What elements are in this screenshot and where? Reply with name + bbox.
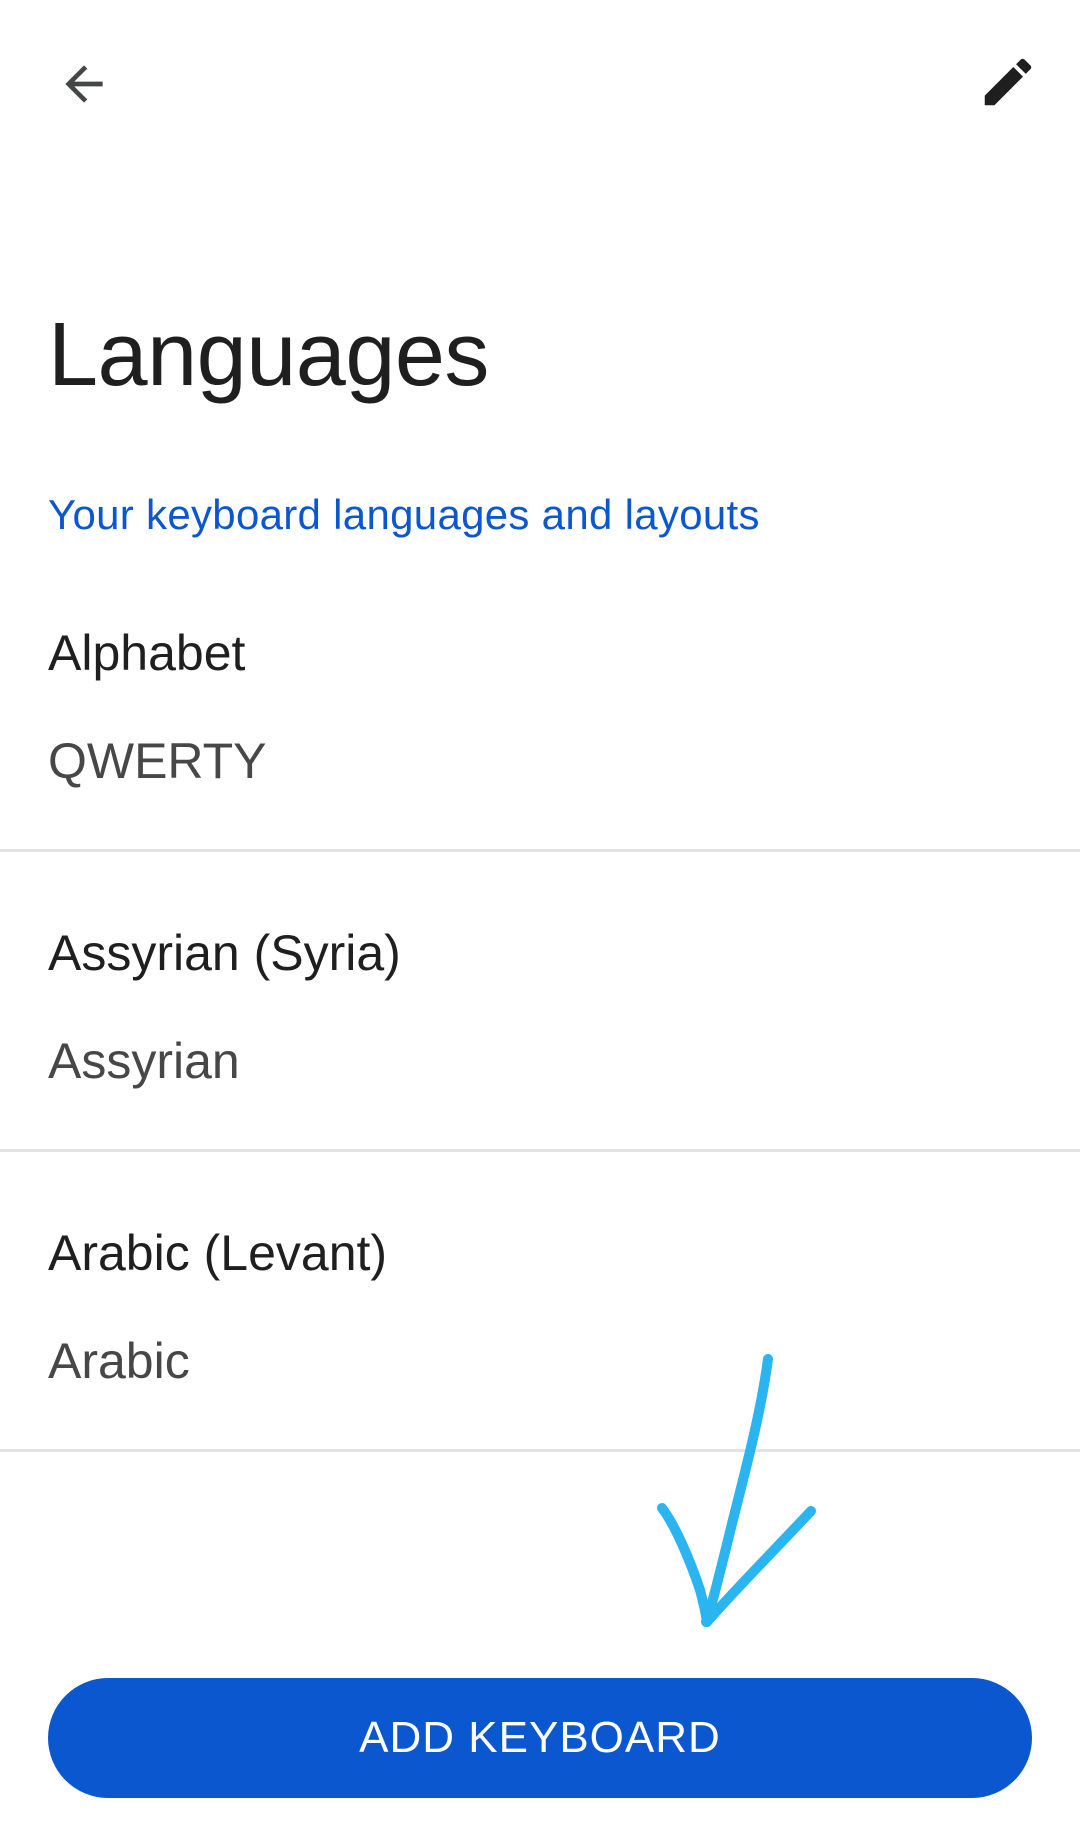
- arrow-back-icon: [65, 65, 103, 103]
- top-app-bar: [0, 0, 1080, 170]
- language-item-assyrian-syria[interactable]: [0, 852, 1080, 1152]
- pencil-edit-icon: [984, 58, 1032, 106]
- language-layout: QWERTY: [48, 733, 267, 789]
- add-keyboard-button[interactable]: ADD KEYBOARD: [48, 1678, 1032, 1798]
- language-name: Alphabet: [48, 625, 246, 681]
- language-name: Assyrian (Syria): [48, 925, 401, 981]
- language-layout: Arabic: [48, 1333, 190, 1389]
- language-name: Arabic (Levant): [48, 1225, 388, 1281]
- back-button[interactable]: [48, 48, 120, 120]
- languages-screen: Languages Your keyboard languages and la…: [0, 0, 1080, 1835]
- language-item-arabic-levant[interactable]: [0, 1152, 1080, 1452]
- edit-button[interactable]: [972, 46, 1044, 118]
- language-layout: Assyrian: [48, 1033, 240, 1089]
- page-title: Languages: [48, 305, 489, 405]
- divider: [0, 1449, 1080, 1452]
- section-header: Your keyboard languages and layouts: [48, 491, 760, 538]
